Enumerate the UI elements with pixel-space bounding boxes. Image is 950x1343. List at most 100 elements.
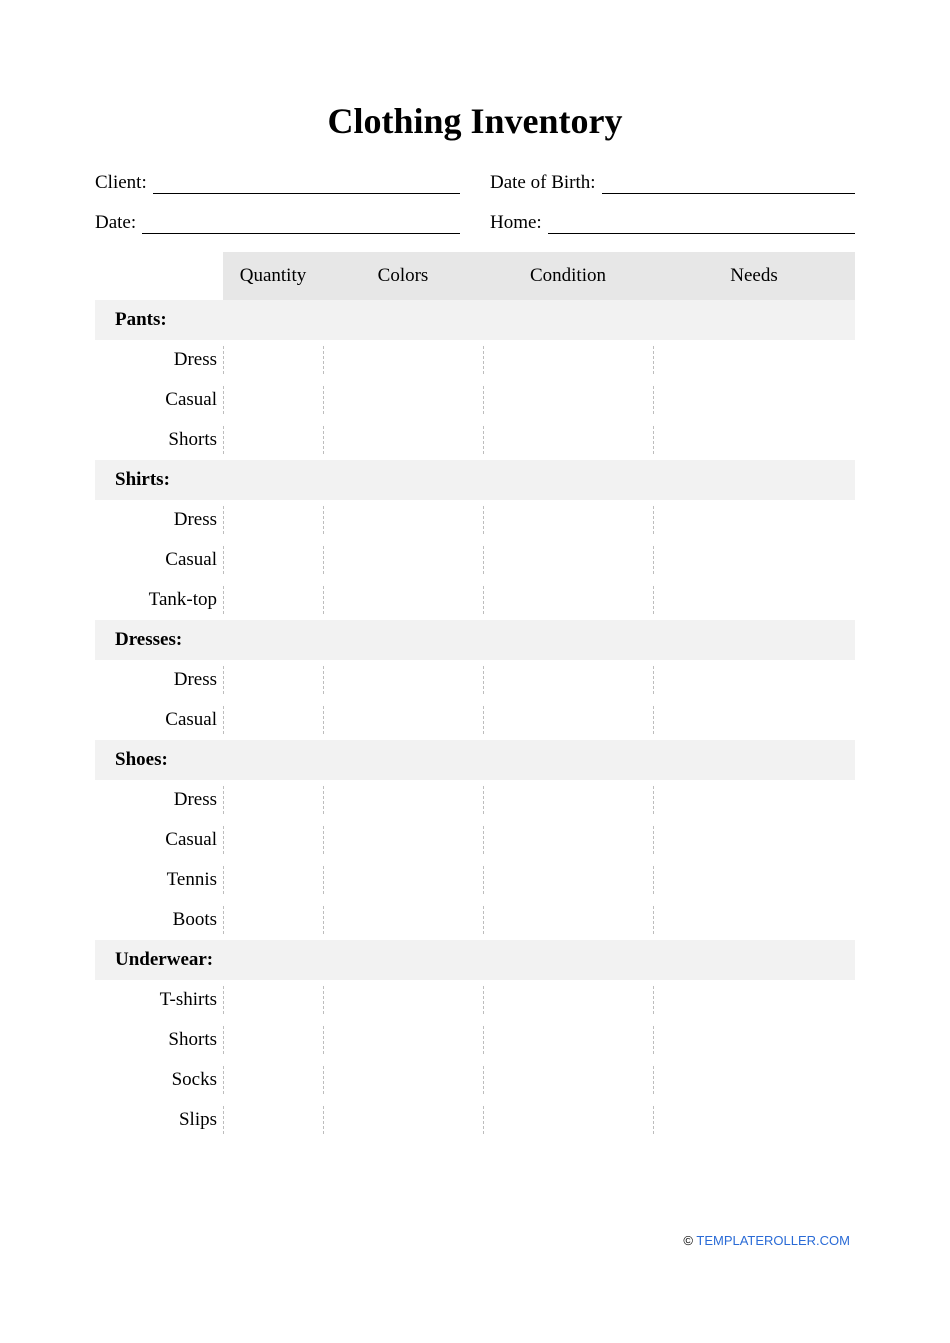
cell-quantity[interactable]	[223, 820, 323, 860]
cell-condition[interactable]	[483, 820, 653, 860]
cell-needs[interactable]	[653, 380, 855, 420]
column-header-quantity: Quantity	[223, 252, 323, 300]
cell-needs[interactable]	[653, 820, 855, 860]
item-row: Casual	[95, 820, 855, 860]
cell-condition[interactable]	[483, 700, 653, 740]
cell-colors[interactable]	[323, 900, 483, 940]
cell-quantity[interactable]	[223, 1100, 323, 1140]
cell-needs[interactable]	[653, 780, 855, 820]
cell-quantity[interactable]	[223, 1060, 323, 1100]
cell-colors[interactable]	[323, 780, 483, 820]
cell-colors[interactable]	[323, 660, 483, 700]
column-header-row: Quantity Colors Condition Needs	[95, 252, 855, 300]
cell-needs[interactable]	[653, 860, 855, 900]
cell-needs[interactable]	[653, 1060, 855, 1100]
item-label: T-shirts	[95, 980, 223, 1020]
item-label: Dress	[95, 500, 223, 540]
cell-needs[interactable]	[653, 980, 855, 1020]
cell-condition[interactable]	[483, 1100, 653, 1140]
cell-quantity[interactable]	[223, 860, 323, 900]
cell-colors[interactable]	[323, 700, 483, 740]
cell-colors[interactable]	[323, 500, 483, 540]
cell-quantity[interactable]	[223, 1020, 323, 1060]
copyright-symbol: ©	[683, 1233, 693, 1248]
cell-needs[interactable]	[653, 700, 855, 740]
cell-condition[interactable]	[483, 340, 653, 380]
cell-colors[interactable]	[323, 1100, 483, 1140]
item-row: Dress	[95, 660, 855, 700]
cell-colors[interactable]	[323, 820, 483, 860]
footer-link[interactable]: TEMPLATEROLLER.COM	[696, 1233, 850, 1248]
item-label: Dress	[95, 660, 223, 700]
item-row: T-shirts	[95, 980, 855, 1020]
cell-condition[interactable]	[483, 1060, 653, 1100]
cell-colors[interactable]	[323, 860, 483, 900]
client-input[interactable]	[153, 174, 460, 194]
cell-condition[interactable]	[483, 660, 653, 700]
column-header-needs: Needs	[653, 252, 855, 300]
cell-condition[interactable]	[483, 1020, 653, 1060]
item-label: Shorts	[95, 420, 223, 460]
item-row: Casual	[95, 380, 855, 420]
cell-condition[interactable]	[483, 900, 653, 940]
cell-quantity[interactable]	[223, 700, 323, 740]
cell-quantity[interactable]	[223, 980, 323, 1020]
cell-quantity[interactable]	[223, 420, 323, 460]
item-row: Shorts	[95, 420, 855, 460]
date-input[interactable]	[142, 214, 460, 234]
cell-needs[interactable]	[653, 420, 855, 460]
cell-condition[interactable]	[483, 500, 653, 540]
cell-condition[interactable]	[483, 540, 653, 580]
category-heading: Shirts:	[95, 460, 855, 500]
column-header-condition: Condition	[483, 252, 653, 300]
cell-colors[interactable]	[323, 580, 483, 620]
item-label: Casual	[95, 700, 223, 740]
cell-quantity[interactable]	[223, 500, 323, 540]
dob-label: Date of Birth:	[490, 172, 602, 194]
cell-colors[interactable]	[323, 1020, 483, 1060]
cell-condition[interactable]	[483, 420, 653, 460]
cell-needs[interactable]	[653, 900, 855, 940]
cell-quantity[interactable]	[223, 340, 323, 380]
inventory-table: Quantity Colors Condition Needs Pants:Dr…	[95, 252, 855, 1140]
cell-colors[interactable]	[323, 980, 483, 1020]
cell-needs[interactable]	[653, 1020, 855, 1060]
category-heading: Underwear:	[95, 940, 855, 980]
item-label: Casual	[95, 540, 223, 580]
cell-condition[interactable]	[483, 580, 653, 620]
cell-colors[interactable]	[323, 540, 483, 580]
cell-needs[interactable]	[653, 500, 855, 540]
cell-needs[interactable]	[653, 1100, 855, 1140]
cell-needs[interactable]	[653, 580, 855, 620]
cell-colors[interactable]	[323, 340, 483, 380]
cell-needs[interactable]	[653, 540, 855, 580]
category-heading: Shoes:	[95, 740, 855, 780]
cell-quantity[interactable]	[223, 660, 323, 700]
cell-colors[interactable]	[323, 1060, 483, 1100]
item-row: Tennis	[95, 860, 855, 900]
cell-quantity[interactable]	[223, 580, 323, 620]
cell-condition[interactable]	[483, 860, 653, 900]
cell-quantity[interactable]	[223, 380, 323, 420]
client-label: Client:	[95, 172, 153, 194]
item-label: Tennis	[95, 860, 223, 900]
cell-colors[interactable]	[323, 380, 483, 420]
item-label: Dress	[95, 340, 223, 380]
date-field: Date:	[95, 212, 460, 234]
home-input[interactable]	[548, 214, 855, 234]
column-header-colors: Colors	[323, 252, 483, 300]
cell-needs[interactable]	[653, 340, 855, 380]
cell-condition[interactable]	[483, 780, 653, 820]
cell-quantity[interactable]	[223, 780, 323, 820]
cell-needs[interactable]	[653, 660, 855, 700]
cell-condition[interactable]	[483, 380, 653, 420]
item-row: Dress	[95, 340, 855, 380]
cell-quantity[interactable]	[223, 900, 323, 940]
cell-colors[interactable]	[323, 420, 483, 460]
item-row: Tank-top	[95, 580, 855, 620]
dob-input[interactable]	[602, 174, 855, 194]
cell-quantity[interactable]	[223, 540, 323, 580]
page-title: Clothing Inventory	[95, 100, 855, 142]
item-label: Slips	[95, 1100, 223, 1140]
cell-condition[interactable]	[483, 980, 653, 1020]
